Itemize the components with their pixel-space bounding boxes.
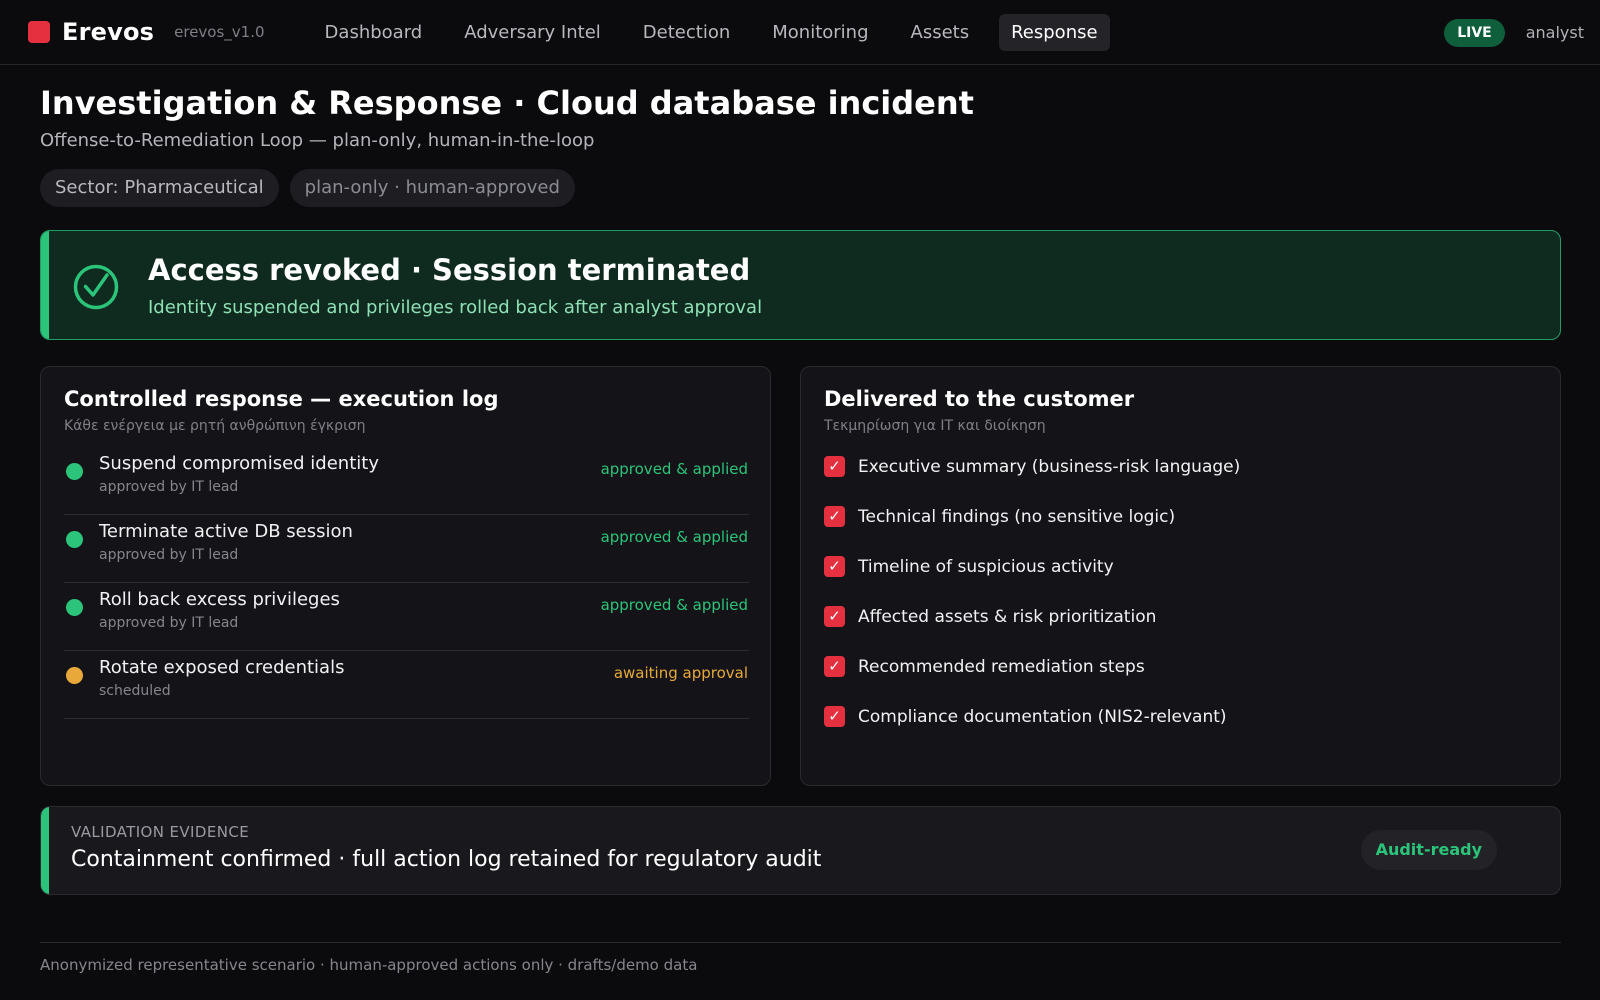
deliverable-item: ✓ Technical findings (no sensitive logic… xyxy=(824,506,1524,556)
banner-title: Access revoked · Session terminated xyxy=(148,253,751,287)
top-nav-bar: Erevos erevos_v1.0 Dashboard Adversary I… xyxy=(0,0,1600,65)
deliverable-label: Technical findings (no sensitive logic) xyxy=(858,507,1176,527)
log-action-status: awaiting approval xyxy=(613,664,748,682)
validation-text: Containment confirmed · full action log … xyxy=(71,847,822,872)
nav-item-response[interactable]: Response xyxy=(999,13,1110,51)
banner-accent-bar xyxy=(41,231,49,339)
log-action-meta: scheduled xyxy=(99,683,171,699)
main-nav: Dashboard Adversary Intel Detection Moni… xyxy=(313,13,1128,51)
footer-divider xyxy=(40,942,1561,943)
log-action-name: Suspend compromised identity xyxy=(99,453,379,474)
log-action-name: Terminate active DB session xyxy=(99,521,353,542)
nav-item-detection[interactable]: Detection xyxy=(631,14,742,51)
deliverable-item: ✓ Recommended remediation steps xyxy=(824,656,1524,706)
app-version: erevos_v1.0 xyxy=(174,23,265,41)
deliverables-card: Delivered to the customer Τεκμηρίωση για… xyxy=(800,366,1561,786)
page-subtitle: Offense-to-Remediation Loop — plan-only,… xyxy=(40,130,595,151)
checkbox-checked-icon: ✓ xyxy=(824,656,845,677)
mode-chip: plan-only · human-approved xyxy=(289,169,575,207)
log-row[interactable]: Rotate exposed credentials scheduled awa… xyxy=(64,651,749,719)
deliverable-item: ✓ Executive summary (business-risk langu… xyxy=(824,456,1524,506)
status-dot-icon xyxy=(66,531,83,548)
validation-accent-bar xyxy=(41,807,49,894)
deliverable-item: ✓ Timeline of suspicious activity xyxy=(824,556,1524,606)
nav-item-monitoring[interactable]: Monitoring xyxy=(760,14,880,51)
page-title: Investigation & Response · Cloud databas… xyxy=(40,84,974,122)
log-action-name: Rotate exposed credentials xyxy=(99,657,345,678)
deliverable-label: Affected assets & risk prioritization xyxy=(858,607,1157,627)
log-action-status: approved & applied xyxy=(600,596,748,614)
nav-item-dashboard[interactable]: Dashboard xyxy=(313,14,435,51)
log-row[interactable]: Terminate active DB session approved by … xyxy=(64,515,749,583)
execution-log-list: Suspend compromised identity approved by… xyxy=(64,447,749,719)
deliverables-list: ✓ Executive summary (business-risk langu… xyxy=(824,456,1524,756)
audit-ready-badge: Audit-ready xyxy=(1360,830,1497,870)
app-name: Erevos xyxy=(62,18,155,46)
nav-item-assets[interactable]: Assets xyxy=(899,14,982,51)
deliverable-label: Compliance documentation (NIS2-relevant) xyxy=(858,707,1227,727)
deliverables-title: Delivered to the customer xyxy=(824,387,1135,411)
status-banner: Access revoked · Session terminated Iden… xyxy=(40,230,1561,340)
deliverable-label: Recommended remediation steps xyxy=(858,657,1145,677)
validation-evidence-panel: VALIDATION EVIDENCE Containment confirme… xyxy=(40,806,1561,895)
status-dot-icon xyxy=(66,667,83,684)
banner-subtitle: Identity suspended and privileges rolled… xyxy=(148,297,763,318)
execution-log-title: Controlled response — execution log xyxy=(64,387,499,411)
checkbox-checked-icon: ✓ xyxy=(824,506,845,527)
topbar-right: LIVE analyst xyxy=(1444,0,1584,65)
deliverable-item: ✓ Compliance documentation (NIS2-relevan… xyxy=(824,706,1524,756)
brand-logo-icon xyxy=(28,21,50,43)
checkbox-checked-icon: ✓ xyxy=(824,556,845,577)
log-row[interactable]: Roll back excess privileges approved by … xyxy=(64,583,749,651)
checkbox-checked-icon: ✓ xyxy=(824,456,845,477)
log-action-meta: approved by IT lead xyxy=(99,615,239,631)
status-dot-icon xyxy=(66,599,83,616)
user-menu[interactable]: analyst xyxy=(1526,23,1584,42)
nav-item-adversary-intel[interactable]: Adversary Intel xyxy=(452,14,613,51)
log-action-meta: approved by IT lead xyxy=(99,547,239,563)
log-action-name: Roll back excess privileges xyxy=(99,589,340,610)
log-action-status: approved & applied xyxy=(600,528,748,546)
checkbox-checked-icon: ✓ xyxy=(824,706,845,727)
check-circle-icon xyxy=(73,264,119,310)
footer-note: Anonymized representative scenario · hum… xyxy=(40,956,698,974)
log-action-status: approved & applied xyxy=(600,460,748,478)
live-status-badge: LIVE xyxy=(1444,18,1505,47)
execution-log-subtitle: Κάθε ενέργεια με ρητή ανθρώπινη έγκριση xyxy=(64,418,366,434)
status-dot-icon xyxy=(66,463,83,480)
context-chips: Sector: Pharmaceutical plan-only · human… xyxy=(40,169,575,207)
validation-label: VALIDATION EVIDENCE xyxy=(71,823,250,841)
deliverable-label: Timeline of suspicious activity xyxy=(858,557,1114,577)
log-action-meta: approved by IT lead xyxy=(99,479,239,495)
execution-log-card: Controlled response — execution log Κάθε… xyxy=(40,366,771,786)
deliverables-subtitle: Τεκμηρίωση για IT και διοίκηση xyxy=(824,418,1046,434)
log-row[interactable]: Suspend compromised identity approved by… xyxy=(64,447,749,515)
checkbox-checked-icon: ✓ xyxy=(824,606,845,627)
sector-chip: Sector: Pharmaceutical xyxy=(40,169,279,207)
deliverable-label: Executive summary (business-risk languag… xyxy=(858,457,1241,477)
deliverable-item: ✓ Affected assets & risk prioritization xyxy=(824,606,1524,656)
